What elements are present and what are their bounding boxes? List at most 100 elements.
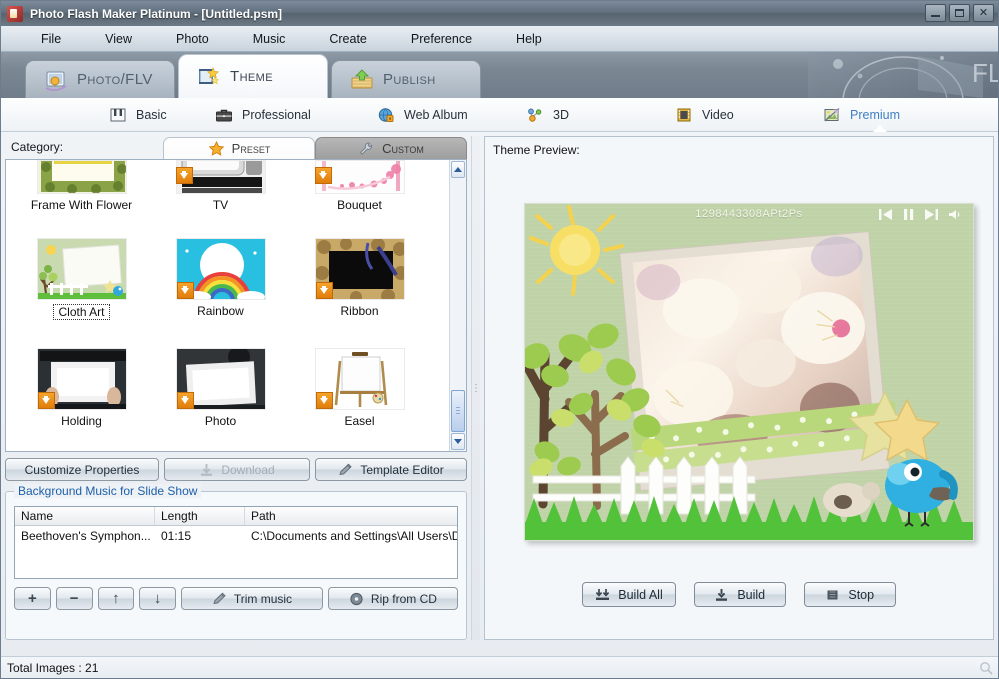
maximize-icon[interactable] [949,4,970,22]
application-window: Photo Flash Maker Platinum - [Untitled.p… [0,0,999,679]
download-button[interactable]: Download [164,458,310,482]
main-tab-bar: Photo/FLV Theme Publish [25,54,484,98]
tab-theme[interactable]: Theme [178,54,328,98]
cell-path: C:\Documents and Settings\All Users\D... [251,529,457,544]
theme-row: Cloth Art Rainbow Ribbon [12,226,443,321]
category-tab-preset[interactable]: Preset [163,137,315,160]
build-buttons: Build All Build Stop [485,582,993,607]
build-all-button[interactable]: Build All [582,582,676,607]
menu-item-photo[interactable]: Photo [154,29,231,49]
theme-item-bouquet[interactable]: Bouquet [290,160,429,212]
rip-from-cd-label: Rip from CD [370,591,437,606]
theme-item-tv[interactable]: TV [151,160,290,212]
menu-bar: File View Photo Music Create Preference … [1,26,998,52]
move-down-button[interactable]: ↓ [139,587,177,611]
theme-thumbnail [314,238,405,301]
menu-item-music[interactable]: Music [231,29,308,49]
theme-thumbnail [175,348,266,411]
pause-icon[interactable] [902,209,915,220]
sub-tab-video[interactable]: Video [671,107,738,123]
sub-tab-3d[interactable]: 3D [522,107,573,123]
build-button[interactable]: Build [693,582,786,607]
panel-splitter[interactable]: ⋮ [471,136,481,640]
menu-item-help[interactable]: Help [494,29,564,49]
category-label: Category: [11,140,64,155]
app-logo-icon [7,5,23,22]
tab-publish[interactable]: Publish [331,60,481,98]
download-badge-icon[interactable] [315,392,333,410]
theme-list-scrollbar[interactable] [449,160,466,452]
pencil-icon [339,463,352,475]
theme-name: Photo [204,414,237,429]
theme-thumbnail [314,348,405,411]
star-icon [208,141,224,157]
menu-item-view[interactable]: View [83,29,154,49]
stop-button[interactable]: Stop [803,582,896,607]
stop-label: Stop [848,587,875,602]
theme-item-photo[interactable]: Photo [151,336,290,428]
svg-text:FL: FL [972,58,998,88]
category-tab-label-preset: Preset [231,141,271,157]
scroll-up-icon[interactable] [451,161,465,179]
theme-item-easel[interactable]: Easel [290,336,429,428]
table-row[interactable]: Beethoven's Symphon... 01:15 C:\Document… [15,526,457,543]
scrollbar-thumb[interactable] [451,390,465,433]
download-badge-icon[interactable] [176,282,194,300]
skip-forward-icon[interactable] [925,209,938,220]
rip-from-cd-button[interactable]: Rip from CD [327,587,458,611]
theme-thumbnail [36,160,127,195]
download-badge-icon[interactable] [37,392,55,410]
download-badge-icon[interactable] [175,167,193,185]
theme-item-holding[interactable]: Holding [12,336,151,428]
download-badge-icon[interactable] [314,167,332,185]
theme-thumbnail [175,238,266,301]
menu-item-create[interactable]: Create [307,29,389,49]
status-total-images: Total Images : 21 [7,660,99,675]
theme-icon [199,66,220,84]
download-badge-icon[interactable] [315,282,333,300]
theme-name: TV [212,198,229,213]
sub-tab-premium[interactable]: Premium [819,107,904,123]
tab-photo-flv[interactable]: Photo/FLV [25,60,175,98]
music-table[interactable]: Name Length Path Beethoven's Symphon... … [14,506,458,580]
theme-name: Easel [344,414,375,429]
theme-action-buttons: Customize Properties Download Template E… [5,458,467,482]
sub-tab-basic[interactable]: Basic [105,107,171,123]
trim-music-label: Trim music [233,591,293,606]
trim-music-button[interactable]: Trim music [181,587,323,611]
category-tab-custom[interactable]: Custom [315,137,467,160]
premium-image-icon [824,107,840,121]
sub-tab-label-3d: 3D [553,107,569,122]
scroll-down-icon[interactable] [451,433,465,451]
speaker-icon[interactable] [948,209,961,220]
theme-preview-stage[interactable]: 1298443308APt2Ps [524,203,974,541]
cd-icon [350,592,363,606]
piano-keys-icon [110,108,126,121]
theme-item-cloth-art[interactable]: Cloth Art [12,226,151,321]
customize-properties-button[interactable]: Customize Properties [5,458,159,482]
move-up-button[interactable]: ↑ [97,587,135,611]
theme-item-rainbow[interactable]: Rainbow [151,226,290,320]
music-table-header: Name Length Path [15,507,457,527]
download-badge-icon[interactable] [176,392,194,410]
sub-tab-label-web-album: Web Album [404,107,468,122]
status-bar: Total Images : 21 [1,656,998,678]
menu-item-file[interactable]: File [19,29,83,49]
preview-panel: Theme Preview: 1298443308APt2Ps Build Al… [484,136,994,640]
remove-music-button[interactable]: − [55,587,93,611]
close-icon[interactable]: ✕ [973,4,994,22]
theme-item-ribbon[interactable]: Ribbon [290,226,429,320]
sub-tab-web-album[interactable]: Web Album [373,107,472,123]
menu-item-preference[interactable]: Preference [389,29,494,49]
minimize-icon[interactable] [925,4,946,22]
category-tab-row: Category: Preset Custom [5,136,467,160]
window-controls: ✕ [925,4,994,22]
window-title-main: Photo Flash Maker Platinum [30,6,191,21]
add-music-button[interactable]: + [14,587,51,611]
resize-grip-icon[interactable] [979,661,993,675]
template-editor-button[interactable]: Template Editor [315,458,467,482]
skip-back-icon[interactable] [879,209,892,220]
sub-tab-professional[interactable]: Professional [211,107,315,123]
theme-item-frame-with-flower[interactable]: Frame With Flower [12,160,151,212]
cell-length: 01:15 [161,529,192,544]
